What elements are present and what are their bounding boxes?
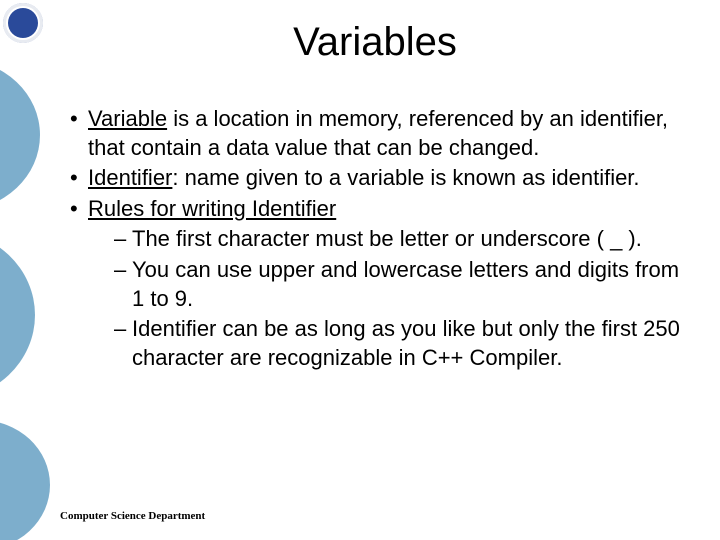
text: : name given to a variable is known as i… — [172, 165, 639, 190]
list-item: Identifier can be as long as you like bu… — [110, 315, 680, 372]
list-item: The first character must be letter or un… — [110, 225, 680, 254]
text: Identifier can be as long as you like bu… — [132, 316, 680, 370]
list-item: Rules for writing Identifier The first c… — [66, 195, 680, 373]
footer-department: Computer Science Department — [60, 510, 205, 522]
text: The first character must be letter or un… — [132, 226, 642, 251]
slide-title: Variables — [60, 20, 690, 65]
bullet-list: Variable is a location in memory, refere… — [60, 105, 690, 372]
slide-content: Variables Variable is a location in memo… — [0, 0, 720, 540]
list-item: You can use upper and lowercase letters … — [110, 256, 680, 313]
text: You can use upper and lowercase letters … — [132, 257, 679, 311]
text: is a location in memory, referenced by a… — [88, 106, 668, 160]
list-item: Variable is a location in memory, refere… — [66, 105, 680, 162]
sub-list: The first character must be letter or un… — [88, 225, 680, 372]
term-identifier: Identifier — [88, 165, 172, 190]
term-variable: Variable — [88, 106, 167, 131]
term-rules: Rules for writing Identifier — [88, 196, 336, 221]
list-item: Identifier: name given to a variable is … — [66, 164, 680, 193]
